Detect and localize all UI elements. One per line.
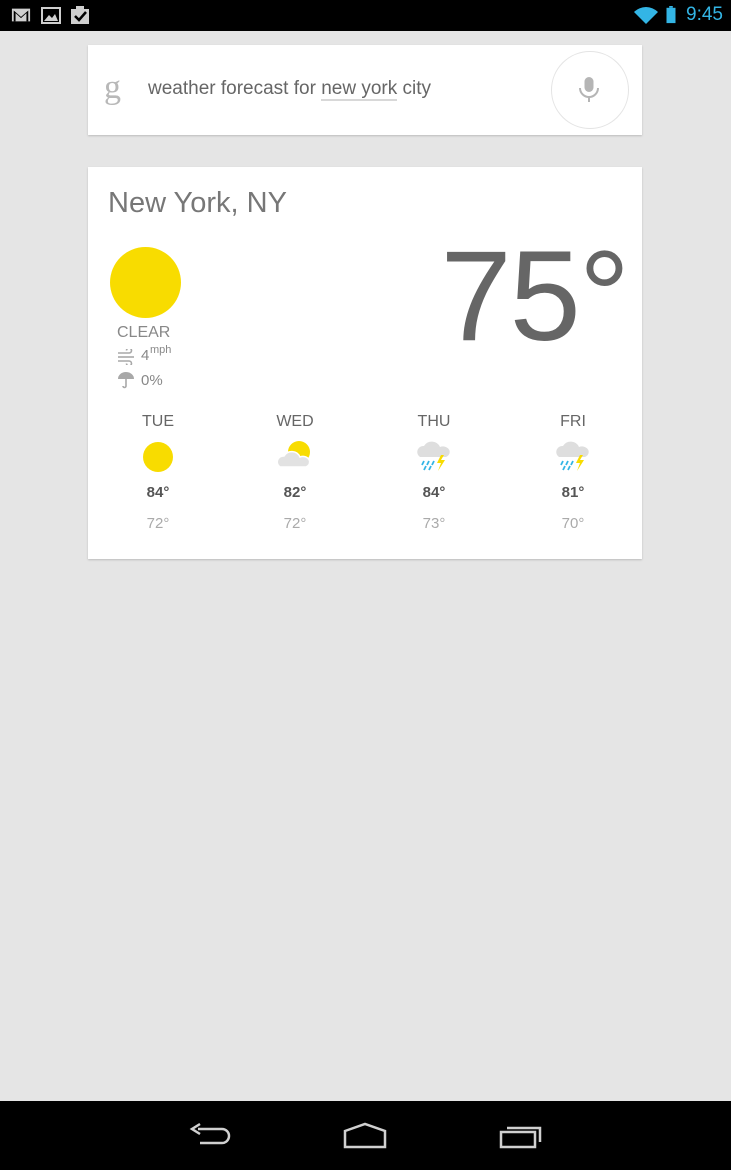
- query-highlight: new york: [321, 78, 398, 101]
- search-card: g weather forecast for new york city: [88, 45, 642, 135]
- forecast-day[interactable]: FRI 81° 70°: [533, 413, 613, 532]
- partly-cloudy-icon: [276, 441, 311, 468]
- voice-search-button[interactable]: [551, 51, 629, 129]
- high-temp: 84°: [422, 484, 446, 501]
- day-name: WED: [276, 413, 314, 430]
- gallery-icon[interactable]: [41, 6, 61, 24]
- google-logo[interactable]: g: [104, 71, 121, 105]
- forecast-day[interactable]: WED 82° 72°: [255, 413, 335, 532]
- wind-icon: [118, 349, 134, 365]
- status-bar: 9:45: [0, 0, 731, 31]
- forecast-day[interactable]: TUE 84° 72°: [118, 413, 198, 532]
- search-query[interactable]: weather forecast for new york city: [148, 78, 432, 101]
- weather-card[interactable]: New York, NY CLEAR 4 mph 0% 75° TUE 84° …: [88, 167, 642, 559]
- wifi-icon: [634, 7, 658, 24]
- current-temperature: 75°: [440, 225, 630, 368]
- tasks-icon[interactable]: [70, 6, 90, 24]
- wind-unit: mph: [150, 344, 172, 356]
- clock: 9:45: [686, 4, 723, 25]
- recent-apps-icon[interactable]: [498, 1121, 544, 1151]
- wind-speed: 4: [141, 347, 150, 364]
- low-temp: 72°: [283, 515, 307, 532]
- day-name: FRI: [560, 413, 586, 430]
- day-name: TUE: [142, 413, 174, 430]
- home-icon[interactable]: [342, 1121, 388, 1151]
- sun-icon: [143, 442, 173, 472]
- battery-icon: [666, 6, 676, 24]
- forecast-day[interactable]: THU 84° 73°: [394, 413, 474, 532]
- thunderstorm-icon: [556, 441, 589, 471]
- sun-icon: [110, 247, 181, 318]
- back-icon[interactable]: [188, 1121, 232, 1151]
- high-temp: 81°: [561, 484, 585, 501]
- low-temp: 70°: [561, 515, 585, 532]
- precipitation-value: 0%: [141, 372, 163, 389]
- high-temp: 84°: [146, 484, 170, 501]
- day-name: THU: [417, 413, 451, 430]
- condition-label: CLEAR: [117, 324, 171, 341]
- thunderstorm-icon: [417, 441, 450, 471]
- location-title: New York, NY: [108, 187, 287, 219]
- umbrella-icon: [118, 372, 134, 389]
- microphone-icon: [579, 77, 599, 102]
- low-temp: 73°: [422, 515, 446, 532]
- navigation-bar: [0, 1101, 731, 1170]
- query-prefix: weather forecast for: [148, 78, 322, 99]
- low-temp: 72°: [146, 515, 170, 532]
- query-suffix: city: [397, 78, 432, 99]
- gmail-icon[interactable]: [11, 6, 31, 24]
- high-temp: 82°: [283, 484, 307, 501]
